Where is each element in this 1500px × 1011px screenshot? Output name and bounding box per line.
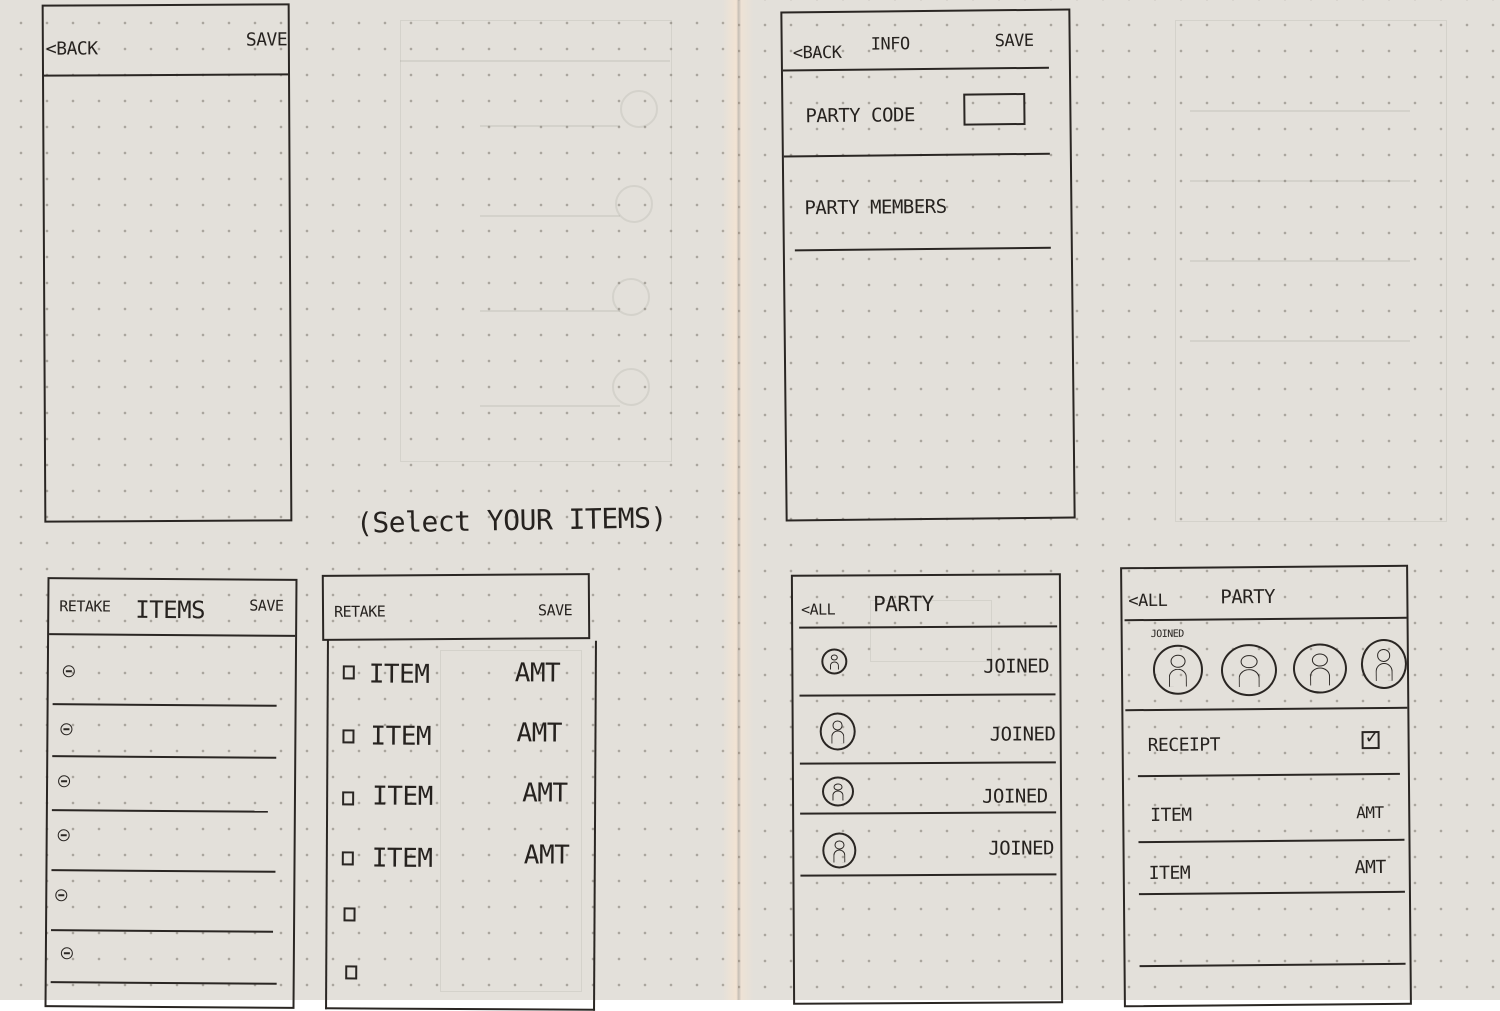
notebook-gutter xyxy=(722,0,754,1000)
person-avatar-icon[interactable] xyxy=(1292,643,1348,694)
header-divider xyxy=(1124,616,1407,622)
section-divider xyxy=(783,152,1050,158)
row-divider xyxy=(52,703,277,707)
back-button[interactable]: <ALL xyxy=(1128,591,1167,611)
checkbox-icon[interactable] xyxy=(341,851,354,866)
row-divider xyxy=(50,981,277,985)
person-avatar-icon[interactable] xyxy=(1360,638,1408,690)
page-title: PARTY xyxy=(872,591,934,617)
item-row[interactable]: ITEM AMT xyxy=(1122,567,1406,884)
party-code-input[interactable] xyxy=(963,92,1026,126)
member-row[interactable]: JOINED xyxy=(793,575,1059,678)
remove-circle-icon[interactable] xyxy=(60,947,73,960)
member-row[interactable]: JOINED xyxy=(793,575,1059,751)
joined-status: JOINED xyxy=(981,785,1048,808)
retake-button[interactable]: RETAKE xyxy=(59,597,110,615)
person-avatar-icon xyxy=(821,648,848,675)
wireframe-party-receipt-screen: <ALL PARTY JOINED RECEIPT ITEM AMT ITEM … xyxy=(1120,564,1412,1008)
header-divider xyxy=(782,66,1049,72)
wireframe-select-items-list: ITEM AMT ITEM AMT ITEM AMT ITEM AMT xyxy=(325,639,597,1011)
person-avatar-icon[interactable] xyxy=(1220,643,1278,697)
save-button[interactable]: SAVE xyxy=(249,597,283,615)
checkbox-icon[interactable] xyxy=(342,665,355,680)
section-divider xyxy=(1125,706,1408,712)
wireframe-items-screen: RETAKE ITEMS SAVE xyxy=(44,577,298,1009)
header-divider xyxy=(44,73,291,77)
back-button[interactable]: <BACK xyxy=(793,43,842,64)
joined-status: JOINED xyxy=(983,655,1050,678)
row-divider xyxy=(51,809,268,813)
item-row[interactable]: ITEM AMT xyxy=(329,639,595,690)
wireframe-select-items-screen: RETAKE SAVE xyxy=(321,573,591,641)
row-divider xyxy=(799,693,1056,697)
joined-label: JOINED xyxy=(1150,628,1184,641)
page-title: INFO xyxy=(870,34,910,55)
page-title: ITEMS xyxy=(135,595,206,625)
save-button[interactable]: SAVE xyxy=(246,29,287,50)
row-divider xyxy=(1138,838,1405,844)
person-avatar-icon[interactable] xyxy=(1152,644,1204,695)
item-name: ITEM xyxy=(1150,804,1192,827)
item-row[interactable]: ITEM AMT xyxy=(1122,567,1406,826)
checkbox-icon[interactable] xyxy=(342,729,355,744)
item-amount: AMT xyxy=(523,840,570,871)
remove-circle-icon[interactable] xyxy=(55,889,68,902)
save-button[interactable]: SAVE xyxy=(995,31,1034,51)
wireframe-party-info-screen: <BACK INFO SAVE PARTY CODE PARTY MEMBERS xyxy=(780,8,1076,522)
checkbox-icon[interactable] xyxy=(343,907,356,922)
row-divider xyxy=(1137,772,1400,778)
joined-status: JOINED xyxy=(988,837,1055,860)
item-amount: AMT xyxy=(514,658,561,689)
row-divider xyxy=(1139,962,1406,968)
item-amount: AMT xyxy=(522,778,568,809)
person-avatar-icon xyxy=(819,712,856,751)
item-amount: AMT xyxy=(1356,802,1384,823)
item-amount: AMT xyxy=(1354,856,1386,879)
remove-circle-icon[interactable] xyxy=(62,665,75,678)
checkbox-icon[interactable] xyxy=(345,965,358,980)
item-name: ITEM xyxy=(368,659,430,690)
row-divider xyxy=(52,755,277,759)
row-divider xyxy=(51,869,276,873)
row-divider xyxy=(800,811,1057,815)
item-name: ITEM xyxy=(371,843,433,874)
row-divider xyxy=(799,761,1056,765)
person-avatar-icon xyxy=(822,832,857,869)
wireframe-party-list-screen: <ALL PARTY JOINED JOINED JOINED JOINED xyxy=(790,573,1064,1005)
row-divider xyxy=(1138,890,1405,896)
item-row[interactable]: ITEM AMT xyxy=(329,639,595,874)
remove-circle-icon[interactable] xyxy=(58,775,71,788)
row-divider xyxy=(800,873,1057,877)
item-row[interactable]: ITEM AMT xyxy=(329,639,595,812)
section-divider xyxy=(794,246,1051,252)
checkbox-icon[interactable] xyxy=(342,791,355,806)
party-members-label: PARTY MEMBERS xyxy=(804,195,947,220)
checked-box-icon[interactable] xyxy=(1361,731,1380,750)
person-avatar-icon xyxy=(821,776,855,807)
retake-button[interactable]: RETAKE xyxy=(334,602,385,620)
receipt-label: RECEIPT xyxy=(1147,734,1221,757)
avatar-row xyxy=(1122,567,1408,697)
member-row[interactable]: JOINED xyxy=(793,575,1059,808)
member-row[interactable]: JOINED xyxy=(793,575,1059,869)
item-name: ITEM xyxy=(372,781,433,812)
header-divider xyxy=(49,633,296,637)
back-button[interactable]: <BACK xyxy=(46,38,98,59)
row-divider xyxy=(51,929,274,933)
page-title: PARTY xyxy=(1220,585,1276,609)
item-amount: AMT xyxy=(516,718,563,749)
party-code-label: PARTY CODE xyxy=(805,104,915,128)
header-divider xyxy=(799,625,1058,629)
joined-status: JOINED xyxy=(989,723,1056,746)
save-button[interactable]: SAVE xyxy=(538,601,572,619)
remove-circle-icon[interactable] xyxy=(60,723,73,736)
back-button[interactable]: <ALL xyxy=(801,600,835,618)
wireframe-blank-screen: <BACK SAVE xyxy=(41,3,293,523)
sketch-caption: (Select YOUR ITEMS) xyxy=(355,501,668,540)
item-name: ITEM xyxy=(1148,862,1191,885)
item-row[interactable]: ITEM AMT xyxy=(329,639,595,752)
item-list xyxy=(49,579,295,985)
item-name: ITEM xyxy=(370,721,432,752)
remove-circle-icon[interactable] xyxy=(57,829,70,842)
